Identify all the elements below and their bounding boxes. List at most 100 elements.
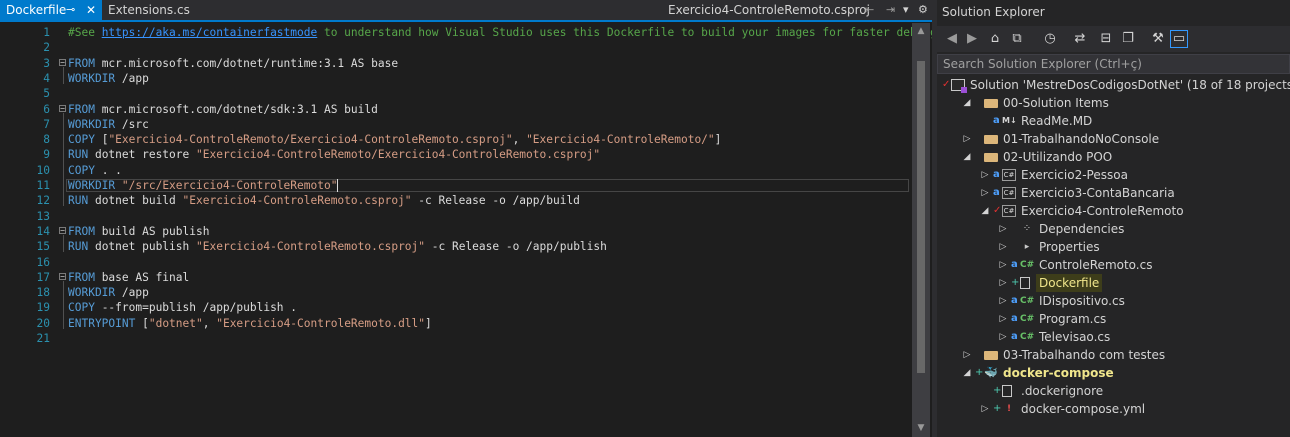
code-area[interactable]: 1 #See https://aka.ms/containerfastmode t… — [0, 23, 964, 437]
collapsed-arrow-icon[interactable]: ▷ — [998, 274, 1008, 292]
code-line[interactable]: 12 RUN dotnet build "Exercicio4-ControleR… — [0, 193, 912, 208]
tree-item[interactable]: ▷ a C# ControleRemoto.cs — [937, 256, 1290, 274]
code-line[interactable]: 21 — [0, 331, 912, 346]
code-token: COPY — [68, 133, 95, 147]
line-number: 16 — [36, 255, 50, 269]
fold-toggle-icon[interactable]: − — [59, 226, 66, 234]
fold-toggle-icon[interactable]: − — [59, 58, 66, 66]
expanded-arrow-icon[interactable]: ◢ — [980, 202, 990, 220]
expanded-arrow-icon[interactable]: ◢ — [962, 94, 972, 112]
collapsed-arrow-icon[interactable]: ▷ — [962, 130, 972, 148]
tree-item[interactable]: ▷ ⁘ Dependencies — [937, 220, 1290, 238]
tree-item[interactable]: ◢ 02-Utilizando POO — [937, 148, 1290, 166]
collapsed-arrow-icon[interactable]: ▷ — [962, 346, 972, 364]
collapsed-arrow-icon[interactable]: ▷ — [998, 292, 1008, 310]
tree-item[interactable]: + .dockerignore — [937, 382, 1290, 400]
code-line[interactable]: 4 WORKDIR /app — [0, 71, 912, 86]
code-line[interactable]: 9 RUN dotnet restore "Exercicio4-Controle… — [0, 147, 912, 162]
code-text: RUN dotnet restore "Exercicio4-ControleR… — [68, 147, 600, 162]
preview-icon[interactable]: ▭ — [1170, 30, 1188, 48]
collapsed-arrow-icon[interactable]: ▷ — [980, 400, 990, 418]
scroll-down-icon[interactable]: ▼ — [912, 423, 930, 433]
tree-item[interactable]: ▷ ▸ Properties — [937, 238, 1290, 256]
code-line[interactable]: 8 COPY ["Exercicio4-ControleRemoto/Exerci… — [0, 132, 912, 147]
scrollbar-thumb[interactable] — [917, 61, 925, 373]
close-icon[interactable]: ✕ — [86, 0, 96, 20]
collapsed-arrow-icon[interactable]: ▷ — [998, 256, 1008, 274]
collapsed-arrow-icon[interactable]: ▷ — [998, 220, 1008, 238]
code-line[interactable]: 13 — [0, 209, 912, 224]
code-text: FROM mcr.microsoft.com/dotnet/runtime:3.… — [68, 56, 398, 71]
collapsed-arrow-icon[interactable]: ▷ — [998, 238, 1008, 256]
split-icon[interactable]: ⇥ — [886, 0, 895, 20]
show-all-files-icon[interactable]: ❐ — [1119, 30, 1137, 48]
tree-item[interactable]: ✓ Solution 'MestreDosCodigosDotNet' (18 o… — [937, 76, 1290, 94]
code-line[interactable]: 3 − FROM mcr.microsoft.com/dotnet/runtime:… — [0, 56, 912, 71]
tree-item[interactable]: ▷ 03-Trabalhando com testes — [937, 346, 1290, 364]
collapsed-arrow-icon[interactable]: ▷ — [980, 166, 990, 184]
tree-item[interactable]: ▷ a C# Televisao.cs — [937, 328, 1290, 346]
back-icon[interactable]: ◀ — [943, 30, 961, 48]
home-icon[interactable]: ⌂ — [986, 30, 1004, 48]
scroll-up-icon[interactable]: ▲ — [912, 26, 930, 36]
code-token: ] — [714, 133, 722, 147]
tree-item[interactable]: ▷ a C# Exercicio2-Pessoa — [937, 166, 1290, 184]
tree-item[interactable]: ▷ +! docker-compose.yml — [937, 400, 1290, 418]
code-token: "Exercicio4-ControleRemoto.csproj" — [196, 240, 426, 254]
code-line[interactable]: 10 COPY . . — [0, 163, 912, 178]
collapsed-arrow-icon[interactable]: ▷ — [998, 310, 1008, 328]
forward-icon[interactable]: ▶ — [963, 30, 981, 48]
tab-dockerfile[interactable]: Dockerfile ⊸ ✕ — [0, 0, 102, 20]
settings-icon[interactable]: ⚙ — [918, 0, 928, 20]
properties-icon[interactable]: ⚒ — [1149, 30, 1167, 48]
code-line[interactable]: 15 RUN dotnet publish "Exercicio4-Control… — [0, 239, 912, 254]
collapse-all-icon[interactable]: ⊟ — [1097, 30, 1115, 48]
search-input[interactable]: Search Solution Explorer (Ctrl+ç) — [937, 54, 1290, 74]
fold-toggle-icon[interactable]: − — [59, 272, 66, 280]
tree-item[interactable]: ◢ ✓ C# Exercicio4-ControleRemoto — [937, 202, 1290, 220]
tree-item-label: IDispositivo.cs — [1039, 294, 1125, 308]
code-line[interactable]: 1 #See https://aka.ms/containerfastmode t… — [0, 25, 964, 40]
code-line[interactable]: 17 − FROM base AS final — [0, 270, 912, 285]
checked-out-icon: ✓ — [942, 79, 951, 90]
tree-item[interactable]: ▷ 01-TrabalhandoNoConsole — [937, 130, 1290, 148]
expanded-arrow-icon[interactable]: ◢ — [962, 148, 972, 166]
code-token: mcr.microsoft.com/dotnet/runtime:3.1 AS … — [94, 56, 399, 70]
tree-item-label: Exercicio3-ContaBancaria — [1021, 186, 1175, 200]
project-dropdown[interactable]: Exercicio4-ControleRemoto.csproj — [668, 0, 870, 20]
tree-item[interactable]: ▷ a C# Program.cs — [937, 310, 1290, 328]
sync-icon[interactable]: ⇄ — [1071, 30, 1089, 48]
history-icon[interactable]: ◷ — [1041, 30, 1059, 48]
code-line[interactable]: 2 — [0, 40, 912, 55]
code-line[interactable]: 6 − FROM mcr.microsoft.com/dotnet/sdk:3.1 … — [0, 102, 912, 117]
tab-extensions-cs[interactable]: Extensions.cs — [102, 0, 192, 20]
collapsed-arrow-icon[interactable]: ▷ — [998, 328, 1008, 346]
tree-item[interactable]: ◢ 00-Solution Items — [937, 94, 1290, 112]
vertical-scrollbar[interactable]: ▲ ▼ — [912, 23, 930, 437]
switch-views-icon[interactable]: ⧉ — [1008, 30, 1026, 48]
code-line[interactable]: 5 — [0, 86, 912, 101]
tree-item[interactable]: a M↓ ReadMe.MD — [937, 112, 1290, 130]
preview-tab-icon[interactable]: ⇤ — [865, 0, 874, 20]
collapsed-arrow-icon[interactable]: ▷ — [980, 184, 990, 202]
line-number: 4 — [43, 71, 50, 85]
fold-toggle-icon[interactable]: − — [59, 104, 66, 112]
code-editor[interactable]: Dockerfile ⊸ ✕ Extensions.cs Exercicio4-… — [0, 0, 964, 437]
code-line[interactable]: 14 − FROM build AS publish — [0, 224, 912, 239]
code-token: -c Release -o /app/build — [411, 194, 580, 208]
dropdown-icon[interactable]: ▾ — [903, 0, 909, 20]
code-token[interactable]: https://aka.ms/containerfastmode — [102, 26, 318, 39]
pin-icon[interactable]: ⊸ — [66, 0, 75, 20]
expanded-arrow-icon[interactable]: ◢ — [962, 364, 972, 382]
code-line[interactable]: 18 WORKDIR /app — [0, 285, 912, 300]
tree-item[interactable]: ▷ a C# Exercicio3-ContaBancaria — [937, 184, 1290, 202]
tree-item[interactable]: ▷ + Dockerfile — [937, 274, 1290, 292]
code-line[interactable]: 19 COPY --from=publish /app/publish . — [0, 300, 912, 315]
code-line[interactable]: 11 WORKDIR "/src/Exercicio4-ControleRemot… — [0, 178, 912, 193]
code-token: WORKDIR — [68, 117, 116, 131]
tree-item[interactable]: ◢ + 🐳 docker-compose — [937, 364, 1290, 382]
code-line[interactable]: 7 WORKDIR /src — [0, 117, 912, 132]
tree-item[interactable]: ▷ a C# IDispositivo.cs — [937, 292, 1290, 310]
code-line[interactable]: 20 ENTRYPOINT ["dotnet", "Exercicio4-Cont… — [0, 316, 912, 331]
code-line[interactable]: 16 — [0, 255, 912, 270]
